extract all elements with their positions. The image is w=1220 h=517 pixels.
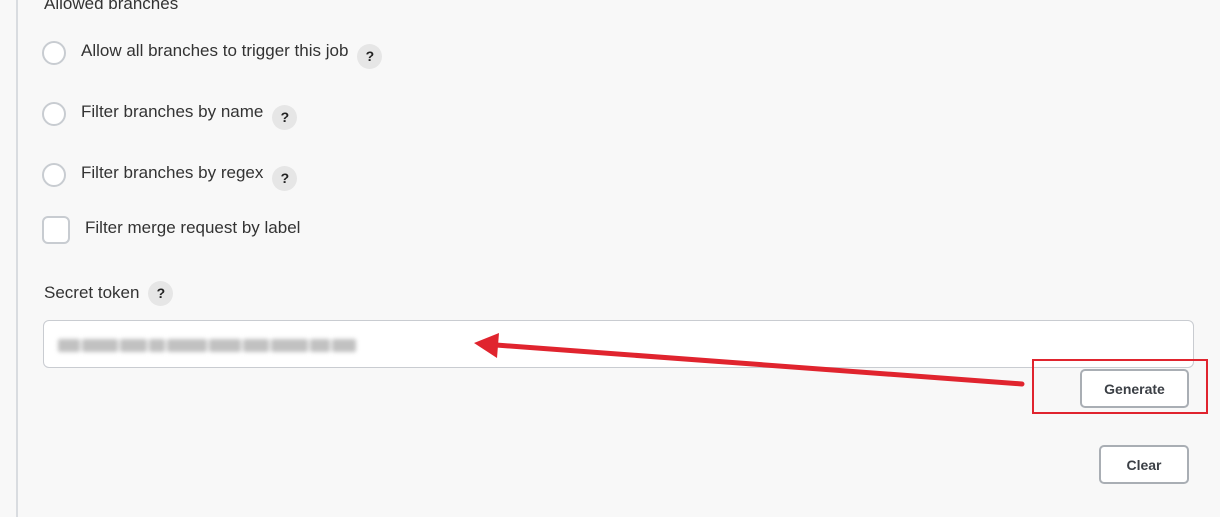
filter-merge-request-label-label[interactable]: Filter merge request by label — [85, 218, 300, 238]
clear-button[interactable]: Clear — [1099, 445, 1189, 484]
allow-all-branches-label[interactable]: Allow all branches to trigger this job — [81, 41, 348, 61]
option-filter-by-regex[interactable]: Filter branches by regex ? — [42, 160, 298, 191]
panel-divider — [16, 0, 18, 517]
filter-by-name-label[interactable]: Filter branches by name — [81, 102, 263, 122]
annotation-highlight-box — [1032, 359, 1208, 414]
allowed-branches-heading: Allowed branches — [44, 0, 179, 13]
help-icon[interactable]: ? — [357, 43, 383, 69]
option-allow-all-branches[interactable]: Allow all branches to trigger this job ? — [42, 38, 383, 69]
secret-token-input[interactable] — [43, 320, 1194, 368]
help-icon[interactable]: ? — [272, 104, 298, 130]
help-icon[interactable]: ? — [148, 280, 174, 306]
filter-by-name-radio[interactable] — [42, 102, 66, 126]
filter-by-regex-label[interactable]: Filter branches by regex — [81, 163, 263, 183]
secret-token-label: Secret token — [44, 283, 140, 302]
redacted-token-value — [58, 335, 356, 355]
annotation-arrow — [474, 333, 1025, 387]
allow-all-branches-radio[interactable] — [42, 41, 66, 65]
secret-token-label-row: Secret token ? — [44, 279, 174, 307]
filter-by-regex-radio[interactable] — [42, 163, 66, 187]
option-filter-merge-request-label[interactable]: Filter merge request by label — [42, 215, 300, 245]
option-filter-by-name[interactable]: Filter branches by name ? — [42, 99, 298, 130]
filter-merge-request-label-checkbox[interactable] — [42, 216, 70, 244]
help-icon[interactable]: ? — [272, 165, 298, 191]
